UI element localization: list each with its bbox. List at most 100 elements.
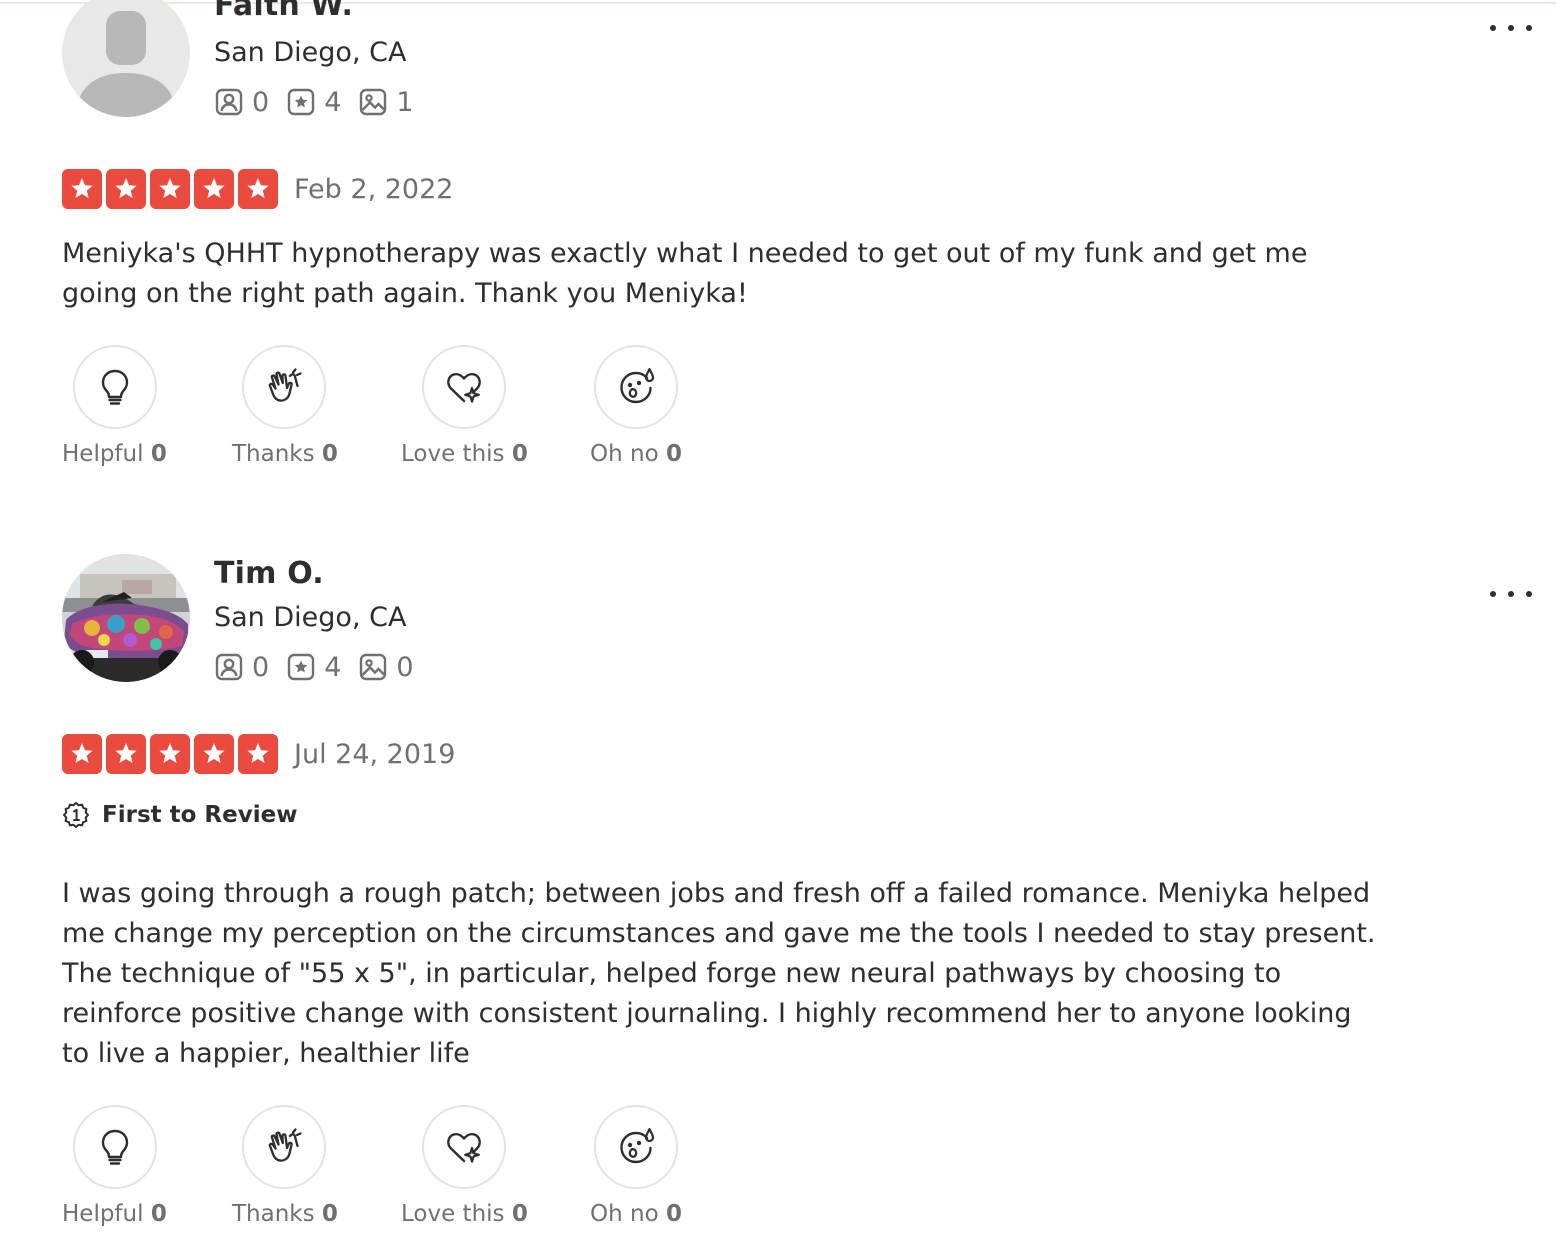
user-name-link[interactable]: Faith W. xyxy=(214,0,353,23)
reaction-circle[interactable] xyxy=(594,1105,678,1189)
heart-sparkle-icon xyxy=(447,1132,481,1163)
reaction-ohno-button[interactable]: Oh no 0 xyxy=(590,1105,682,1227)
reaction-love-button[interactable]: Love this 0 xyxy=(401,345,528,467)
photo-count-icon xyxy=(360,88,387,116)
review-date: Feb 2, 2022 xyxy=(294,173,454,205)
friends-count: 0 xyxy=(252,86,270,118)
default-user-icon xyxy=(62,0,190,117)
star-rating: Jul 24, 2019 xyxy=(62,734,455,774)
star-icon xyxy=(106,169,146,209)
reaction-count: 0 xyxy=(665,441,682,467)
reaction-circle[interactable] xyxy=(422,1105,506,1189)
user-name-link[interactable]: Tim O. xyxy=(214,556,324,591)
reaction-circle[interactable] xyxy=(422,345,506,429)
reaction-count: 0 xyxy=(321,1201,338,1227)
more-dot xyxy=(1526,25,1532,31)
sad-face-icon xyxy=(620,367,655,404)
reaction-circle[interactable] xyxy=(73,1105,157,1189)
friends-icon xyxy=(215,88,243,116)
lightbulb-icon xyxy=(101,1129,129,1165)
star-icon xyxy=(62,734,102,774)
reaction-circle[interactable] xyxy=(242,1105,326,1189)
first-badge-icon xyxy=(63,802,89,828)
reaction-helpful-button[interactable]: Helpful 0 xyxy=(62,345,167,467)
review-text: I was going through a rough patch; betwe… xyxy=(62,878,1376,1069)
star-icon xyxy=(238,734,278,774)
reaction-count: 0 xyxy=(321,441,338,467)
photos-stat: 0 xyxy=(358,651,414,683)
more-options-icon xyxy=(1490,591,1496,597)
reaction-label: Love this 0 xyxy=(401,1201,528,1227)
reaction-name: Helpful xyxy=(62,1201,144,1227)
badge-label: First to Review xyxy=(102,802,298,828)
star-icon xyxy=(238,169,278,209)
user-location: San Diego, CA xyxy=(214,602,407,633)
reviews-stat: 4 xyxy=(286,652,341,683)
reaction-count: 0 xyxy=(511,441,528,467)
reaction-name: Helpful xyxy=(62,441,144,467)
star-icon xyxy=(106,734,146,774)
friends-stat: 0 xyxy=(214,652,269,683)
more-dot xyxy=(1508,25,1514,31)
photo-count-icon xyxy=(360,653,387,681)
photos-stat: 1 xyxy=(358,87,414,118)
review-count-icon xyxy=(287,653,315,681)
reaction-label: Thanks 0 xyxy=(232,441,338,467)
star-icon xyxy=(194,734,234,774)
reaction-count: 0 xyxy=(665,1201,682,1227)
user-photo xyxy=(62,554,190,682)
reaction-name: Oh no xyxy=(590,1201,659,1227)
reaction-thanks-button[interactable]: Thanks 0 xyxy=(232,1105,338,1227)
user-stats: 0 4 0 xyxy=(214,650,431,684)
reaction-love-button[interactable]: Love this 0 xyxy=(401,1105,528,1227)
more-dot xyxy=(1508,591,1514,597)
user-avatar-placeholder[interactable] xyxy=(62,0,190,117)
star-rating: Feb 2, 2022 xyxy=(62,169,453,209)
reaction-name: Thanks xyxy=(232,441,315,467)
reaction-name: Love this xyxy=(401,1201,505,1227)
star-icon xyxy=(62,169,102,209)
review-count-icon xyxy=(287,88,315,116)
reviews-count: 4 xyxy=(324,86,342,118)
user-avatar-photo[interactable] xyxy=(62,554,190,682)
first-to-review-badge: First to Review xyxy=(62,800,297,830)
reaction-name: Thanks xyxy=(232,1201,315,1227)
photos-count: 0 xyxy=(396,651,414,683)
star-icon xyxy=(194,169,234,209)
reaction-thanks-button[interactable]: Thanks 0 xyxy=(232,345,338,467)
user-stats: 0 4 1 xyxy=(214,85,431,119)
reaction-circle[interactable] xyxy=(73,345,157,429)
reviews-stat: 4 xyxy=(286,87,341,118)
reaction-count: 0 xyxy=(150,1201,167,1227)
sad-face-icon xyxy=(620,1127,655,1164)
clapping-hands-icon xyxy=(268,368,302,402)
reaction-name: Oh no xyxy=(590,441,659,467)
friends-count: 0 xyxy=(252,651,270,683)
star-icon xyxy=(150,169,190,209)
reaction-label: Helpful 0 xyxy=(62,1201,167,1227)
reaction-circle[interactable] xyxy=(242,345,326,429)
review-text: Meniyka's QHHT hypnotherapy was exactly … xyxy=(62,238,1308,309)
reaction-name: Love this xyxy=(401,441,505,467)
friends-stat: 0 xyxy=(214,87,269,118)
star-icon xyxy=(150,734,190,774)
reaction-count: 0 xyxy=(511,1201,528,1227)
reaction-circle[interactable] xyxy=(594,345,678,429)
reaction-label: Love this 0 xyxy=(401,441,528,467)
clapping-hands-icon xyxy=(268,1128,302,1162)
reaction-label: Thanks 0 xyxy=(232,1201,338,1227)
reaction-ohno-button[interactable]: Oh no 0 xyxy=(590,345,682,467)
reviews-count: 4 xyxy=(324,651,342,683)
more-options-icon xyxy=(1490,25,1496,31)
more-options-button[interactable] xyxy=(1486,584,1536,604)
more-options-button[interactable] xyxy=(1486,18,1536,38)
more-dot xyxy=(1526,591,1532,597)
reaction-label: Oh no 0 xyxy=(590,441,682,467)
reaction-helpful-button[interactable]: Helpful 0 xyxy=(62,1105,167,1227)
lightbulb-icon xyxy=(101,369,129,405)
heart-sparkle-icon xyxy=(447,372,481,403)
reaction-count: 0 xyxy=(150,441,167,467)
reaction-label: Oh no 0 xyxy=(590,1201,682,1227)
review-date: Jul 24, 2019 xyxy=(294,738,456,770)
friends-icon xyxy=(215,653,243,681)
